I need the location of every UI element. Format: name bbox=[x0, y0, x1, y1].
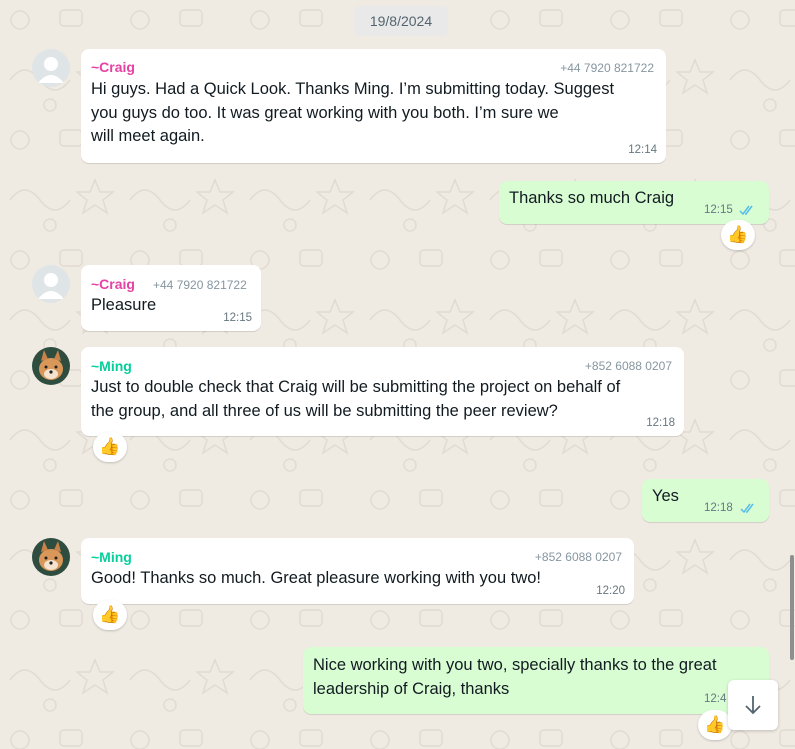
date-chip: 19/8/2024 bbox=[354, 6, 448, 36]
sender-name[interactable]: ~Ming bbox=[91, 358, 132, 374]
person-icon bbox=[38, 57, 64, 83]
message-text: Nice working with you two, specially tha… bbox=[313, 656, 717, 698]
message-time: 12:20 bbox=[596, 585, 625, 597]
message-text: Thanks so much Craig bbox=[509, 189, 675, 207]
sender-phone: +852 6088 0207 bbox=[534, 550, 622, 564]
dog-photo bbox=[32, 347, 70, 385]
thumbs-up-icon: 👍 bbox=[99, 605, 121, 624]
avatar-craig[interactable] bbox=[32, 265, 70, 303]
sender-name[interactable]: ~Craig bbox=[91, 59, 135, 75]
message-time: 12:15 bbox=[223, 312, 252, 324]
message-bubble-outgoing[interactable]: Nice working with you two, specially tha… bbox=[303, 647, 769, 714]
reaction-thumbs-up[interactable]: 👍 bbox=[698, 710, 732, 740]
message-text: Good! Thanks so much. Great pleasure wor… bbox=[91, 569, 541, 587]
reaction-thumbs-up[interactable]: 👍 bbox=[93, 432, 127, 462]
thumbs-up-icon: 👍 bbox=[727, 225, 749, 244]
thumbs-up-icon: 👍 bbox=[704, 715, 726, 734]
dog-photo bbox=[32, 538, 70, 576]
message-time: 12:4 bbox=[704, 693, 727, 705]
sender-name[interactable]: ~Ming bbox=[91, 549, 132, 565]
message-time: 12:18 bbox=[704, 502, 733, 514]
sender-phone: +44 7920 821722 bbox=[560, 61, 654, 75]
avatar-craig[interactable] bbox=[32, 49, 70, 87]
reaction-thumbs-up[interactable]: 👍 bbox=[721, 220, 755, 250]
person-icon bbox=[38, 273, 64, 299]
message-bubble-outgoing[interactable]: Thanks so much Craig 12:15 bbox=[499, 181, 769, 224]
message-bubble-outgoing[interactable]: Yes 12:18 bbox=[642, 479, 769, 522]
avatar-ming[interactable] bbox=[32, 538, 70, 576]
message-bubble[interactable]: ~Ming +852 6088 0207 Just to double chec… bbox=[81, 347, 684, 436]
sender-name[interactable]: ~Craig bbox=[91, 276, 135, 292]
message-time: 12:15 bbox=[704, 204, 733, 216]
message-text: Pleasure bbox=[91, 296, 157, 314]
reaction-thumbs-up[interactable]: 👍 bbox=[93, 600, 127, 630]
read-ticks-icon bbox=[740, 503, 754, 514]
sender-phone: +44 7920 821722 bbox=[153, 278, 247, 292]
arrow-down-icon bbox=[745, 696, 761, 715]
read-ticks-icon bbox=[739, 205, 753, 216]
message-text: Just to double check that Craig will be … bbox=[91, 378, 621, 420]
message-text: Yes bbox=[652, 487, 679, 505]
message-time: 12:14 bbox=[628, 144, 657, 156]
thumbs-up-icon: 👍 bbox=[99, 437, 121, 456]
scrollbar-thumb[interactable] bbox=[790, 555, 794, 660]
avatar-ming[interactable] bbox=[32, 347, 70, 385]
message-bubble[interactable]: ~Craig +44 7920 821722 Pleasure 12:15 bbox=[81, 265, 261, 331]
scroll-to-bottom-button[interactable] bbox=[728, 680, 778, 730]
message-bubble[interactable]: ~Craig +44 7920 821722 Hi guys. Had a Qu… bbox=[81, 49, 666, 163]
message-bubble[interactable]: ~Ming +852 6088 0207 Good! Thanks so muc… bbox=[81, 538, 634, 604]
message-text: Hi guys. Had a Quick Look. Thanks Ming. … bbox=[91, 80, 615, 145]
sender-phone: +852 6088 0207 bbox=[584, 359, 672, 373]
message-time: 12:18 bbox=[646, 417, 675, 429]
